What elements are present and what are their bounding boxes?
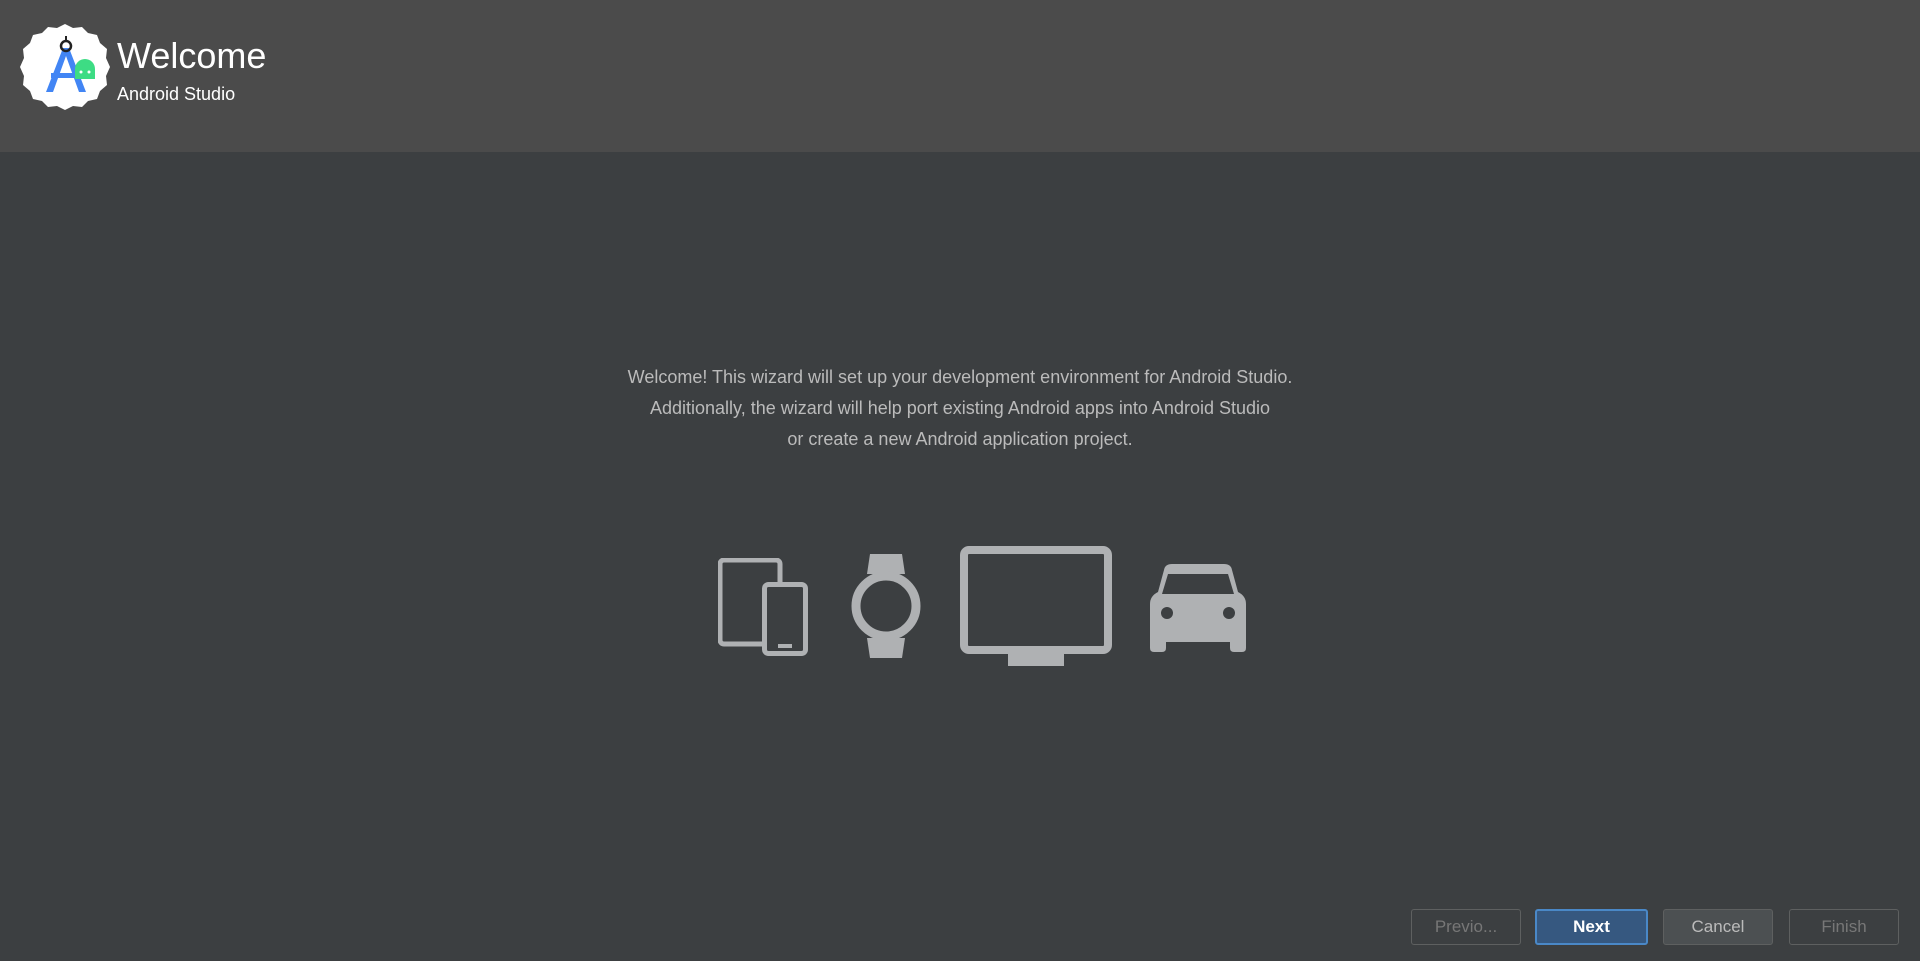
welcome-message: Welcome! This wizard will set up your de… [0, 362, 1920, 455]
page-title: Welcome [117, 35, 267, 76]
watch-icon [851, 554, 921, 658]
welcome-message-line: or create a new Android application proj… [787, 429, 1133, 449]
car-icon [1150, 564, 1246, 652]
tv-icon [960, 546, 1112, 666]
android-studio-logo-icon [20, 24, 110, 110]
welcome-message-line: Additionally, the wizard will help port … [649, 398, 1271, 418]
page-subtitle: Android Studio [117, 84, 236, 104]
previous-button[interactable]: Previo... [1411, 909, 1521, 945]
welcome-message-line: Welcome! This wizard will set up your de… [627, 367, 1293, 387]
cancel-button[interactable]: Cancel [1663, 909, 1773, 945]
finish-button[interactable]: Finish [1789, 909, 1899, 945]
wizard-header: Welcome Android Studio [0, 0, 1920, 152]
phone-tablet-icon [718, 558, 808, 656]
device-icons [710, 540, 1250, 680]
next-button[interactable]: Next [1535, 909, 1648, 945]
